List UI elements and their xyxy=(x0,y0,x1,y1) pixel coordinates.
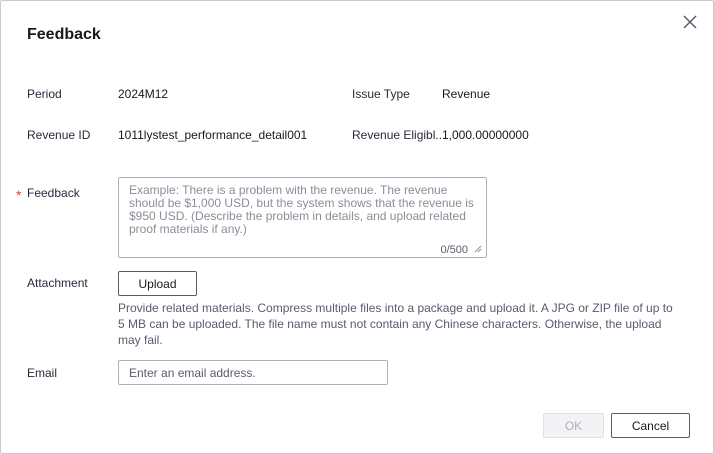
issue-type-label: Issue Type xyxy=(352,87,410,101)
resize-grip-icon[interactable] xyxy=(474,245,482,253)
revenue-id-value: 1011lystest_performance_detail001 xyxy=(118,128,308,142)
revenue-id-label: Revenue ID xyxy=(27,128,91,142)
period-label: Period xyxy=(27,87,62,101)
feedback-field: 0/500 xyxy=(118,177,487,258)
close-icon xyxy=(683,15,697,29)
cancel-button[interactable]: Cancel xyxy=(611,413,690,438)
email-label: Email xyxy=(27,366,58,380)
period-value: 2024M12 xyxy=(118,87,169,101)
feedback-label: Feedback xyxy=(27,186,80,200)
feedback-dialog: Feedback Period 2024M12 Issue Type Reven… xyxy=(0,0,714,454)
close-button[interactable] xyxy=(679,11,701,33)
dialog-title: Feedback xyxy=(27,26,101,43)
issue-type-value: Revenue xyxy=(442,87,491,101)
required-marker: * xyxy=(16,187,22,203)
upload-button[interactable]: Upload xyxy=(118,271,197,296)
attachment-label: Attachment xyxy=(27,276,88,290)
feedback-textarea[interactable] xyxy=(129,184,481,240)
feedback-char-counter: 0/500 xyxy=(440,244,468,256)
attachment-help-text: Provide related materials. Compress mult… xyxy=(118,301,673,347)
ok-button[interactable]: OK xyxy=(543,413,604,438)
email-input[interactable] xyxy=(118,360,388,385)
revenue-eligible-value: 1,000.00000000 xyxy=(442,128,529,142)
revenue-eligible-label: Revenue Eligibl... xyxy=(352,128,446,142)
